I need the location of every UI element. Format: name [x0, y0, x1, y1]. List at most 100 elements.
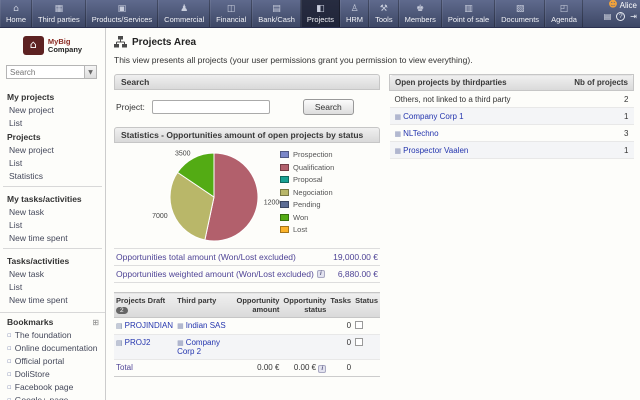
legend-item: Lost [280, 225, 334, 234]
total-amount-label[interactable]: Opportunities total amount (Won/Lost exc… [116, 252, 296, 262]
col-third-party[interactable]: Third party [175, 293, 232, 318]
menu-item-home[interactable]: ⌂Home [0, 0, 32, 27]
bookmark-item[interactable]: ▫Online documentation [0, 341, 105, 354]
project-ref-cell: ▤PROJ2 [114, 335, 175, 360]
sidebar-item-new-time-spent[interactable]: New time spent [0, 293, 105, 306]
project-search-row: Project: Search [114, 90, 380, 127]
project-search-button[interactable]: Search [303, 99, 354, 115]
thirdparty-link[interactable]: NLTechno [403, 129, 438, 138]
legend-swatch [280, 189, 289, 196]
menu-item-financial[interactable]: ◫Financial [210, 0, 252, 27]
pie-chart: 1200070003500 [128, 146, 280, 246]
col-status[interactable]: Status [353, 293, 380, 318]
legend-swatch [280, 226, 289, 233]
menu-item-label: Projects [307, 15, 334, 24]
logout-icon[interactable]: ⇥ [630, 12, 637, 21]
sidebar-item-list[interactable]: List [0, 116, 105, 129]
projects-icon: ◧ [316, 4, 325, 14]
project-search-input[interactable] [152, 100, 270, 114]
bookmark-item[interactable]: ▫DoliStore [0, 367, 105, 380]
sidebar-item-new-task[interactable]: New task [0, 267, 105, 280]
opportunity-amount-cell [232, 335, 282, 360]
sidebar-item-list[interactable]: List [0, 218, 105, 231]
info-icon: i [318, 365, 326, 373]
bookmark-label: Facebook page [15, 382, 74, 392]
menu-item-label: Tools [375, 15, 393, 24]
menu-item-products-services[interactable]: ▣Products/Services [86, 0, 158, 27]
company-logo[interactable]: ⌂ MyBig Company [0, 36, 105, 55]
user-avatar-icon: ☻ [608, 1, 617, 10]
project-count: 1 [551, 142, 633, 159]
bookmark-item[interactable]: ▫Google+ page [0, 393, 105, 400]
sidebar-item-new-project[interactable]: New project [0, 143, 105, 156]
menu-item-tools[interactable]: ⚒Tools [369, 0, 399, 27]
menu-item-projects[interactable]: ◧Projects [301, 0, 340, 27]
bookmark-item[interactable]: ▫Official portal [0, 354, 105, 367]
project-row: ▤PROJ2▦Company Corp 20 [114, 335, 380, 360]
menu-item-bank-cash[interactable]: ▤Bank/Cash [252, 0, 301, 27]
thirdparty-link[interactable]: Prospector Vaalen [403, 146, 468, 155]
sidebar-menu: My projectsNew projectListProjectsNew pr… [0, 89, 105, 306]
menu-item-point-of-sale[interactable]: ▥Point of sale [442, 0, 495, 27]
bookmark-icon: ▫ [7, 370, 12, 378]
menu-item-documents[interactable]: ▧Documents [495, 0, 545, 27]
col-tasks[interactable]: Tasks [328, 293, 353, 318]
commercial-icon: ♟ [180, 4, 188, 14]
tools-icon: ⚒ [380, 4, 388, 14]
menu-item-agenda[interactable]: ◰Agenda [545, 0, 583, 27]
col-opportunity-status[interactable]: Opportunity status [281, 293, 328, 318]
weighted-amount-label[interactable]: Opportunities weighted amount (Won/Lost … [116, 269, 314, 279]
total-amount-value: 19,000.00 € [333, 252, 378, 262]
bookmark-icon: ▫ [7, 344, 12, 352]
menu-item-label: Commercial [164, 15, 204, 24]
search-dropdown-icon[interactable]: ▼ [84, 65, 97, 79]
sidebar-item-list[interactable]: List [0, 156, 105, 169]
nb-projects-header: Nb of projects [551, 75, 633, 91]
menu-item-third-parties[interactable]: ▦Third parties [32, 0, 86, 27]
thirdparty-name-cell: ▦Company Corp 1 [390, 108, 552, 125]
sidebar-search-input[interactable] [6, 65, 84, 79]
bookmarks-title: Bookmarks [7, 317, 53, 327]
menu-item-commercial[interactable]: ♟Commercial [158, 0, 210, 27]
sidebar-item-new-task[interactable]: New task [0, 205, 105, 218]
weighted-amount-value: 6,880.00 € [338, 269, 378, 279]
menu-item-label: Members [405, 15, 436, 24]
project-ref-link[interactable]: PROJ2 [125, 338, 151, 347]
project-count: 2 [551, 91, 633, 108]
menu-item-label: Documents [501, 15, 539, 24]
legend-label: Won [293, 213, 308, 222]
third-party-link[interactable]: Indian SAS [186, 321, 226, 330]
legend-item: Won [280, 213, 334, 222]
thirdparty-name-cell: Others, not linked to a third party [390, 91, 552, 108]
project-count: 3 [551, 125, 633, 142]
menu-item-members[interactable]: ♚Members [399, 0, 442, 27]
bookmark-label: Online documentation [15, 343, 98, 353]
total-amount-row: Opportunities total amount (Won/Lost exc… [114, 249, 380, 266]
top-menubar: ⌂Home▦Third parties▣Products/Services♟Co… [0, 0, 640, 28]
bookmark-item[interactable]: ▫The foundation [0, 328, 105, 341]
printer-icon[interactable]: ▤ [604, 12, 612, 21]
col-opportunity-amount[interactable]: Opportunity amount [232, 293, 282, 318]
projects-area-icon [114, 36, 127, 48]
sidebar-item-new-project[interactable]: New project [0, 103, 105, 116]
sidebar-section-title: My tasks/activities [0, 191, 105, 205]
menu-item-label: Bank/Cash [258, 15, 295, 24]
opportunity-status-cell [281, 335, 328, 360]
col-projects-draft[interactable]: Projects Draft 2 [114, 293, 175, 318]
menu-item-hrm[interactable]: ♙HRM [340, 0, 369, 27]
help-icon[interactable]: ? [616, 12, 625, 21]
project-icon: ▤ [116, 339, 123, 347]
user-box: ☻ Alice ▤ ? ⇥ [604, 1, 637, 21]
bookmarks-section: Bookmarks ⊞ ▫The foundation▫Online docum… [0, 312, 105, 400]
sidebar-item-statistics[interactable]: Statistics [0, 169, 105, 182]
user-name[interactable]: Alice [620, 1, 637, 10]
bookmark-add-icon[interactable]: ⊞ [92, 318, 99, 327]
sidebar-item-list[interactable]: List [0, 280, 105, 293]
bookmark-item[interactable]: ▫Facebook page [0, 380, 105, 393]
sidebar-item-new-time-spent[interactable]: New time spent [0, 231, 105, 244]
legend-label: Lost [293, 225, 307, 234]
pie-slice-label: 12000 [264, 200, 280, 207]
search-panel-title: Search [121, 75, 149, 89]
thirdparty-link[interactable]: Company Corp 1 [403, 112, 463, 121]
project-ref-link[interactable]: PROJINDIAN [125, 321, 173, 330]
